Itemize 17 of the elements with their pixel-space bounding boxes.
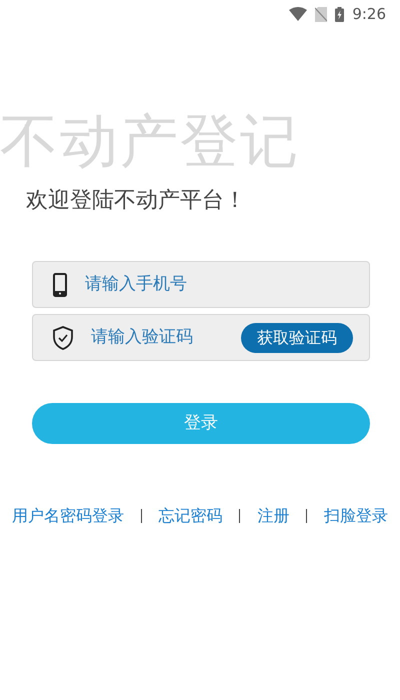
login-option-link[interactable]: 用户名密码登录	[12, 504, 124, 528]
battery-icon	[335, 6, 344, 22]
phone-input[interactable]: 请输入手机号	[83, 270, 353, 298]
no-sim-icon	[315, 6, 328, 22]
code-field[interactable]: 请输入验证码 获取验证码	[32, 314, 370, 361]
status-time: 9:26	[352, 4, 386, 25]
login-option-link[interactable]: 忘记密码	[158, 504, 223, 528]
welcome-heading: 欢迎登陆不动产平台！	[26, 187, 246, 215]
login-option-link[interactable]: 注册	[257, 504, 290, 528]
login-option-link[interactable]: 扫脸登录	[324, 504, 388, 528]
code-input[interactable]: 请输入验证码	[89, 324, 225, 352]
phone-icon	[53, 272, 67, 296]
shield-check-icon	[53, 326, 73, 350]
login-button[interactable]: 登录	[32, 403, 370, 444]
wifi-icon	[289, 7, 308, 21]
get-code-button[interactable]: 获取验证码	[241, 322, 353, 352]
phone-field[interactable]: 请输入手机号	[32, 261, 370, 308]
